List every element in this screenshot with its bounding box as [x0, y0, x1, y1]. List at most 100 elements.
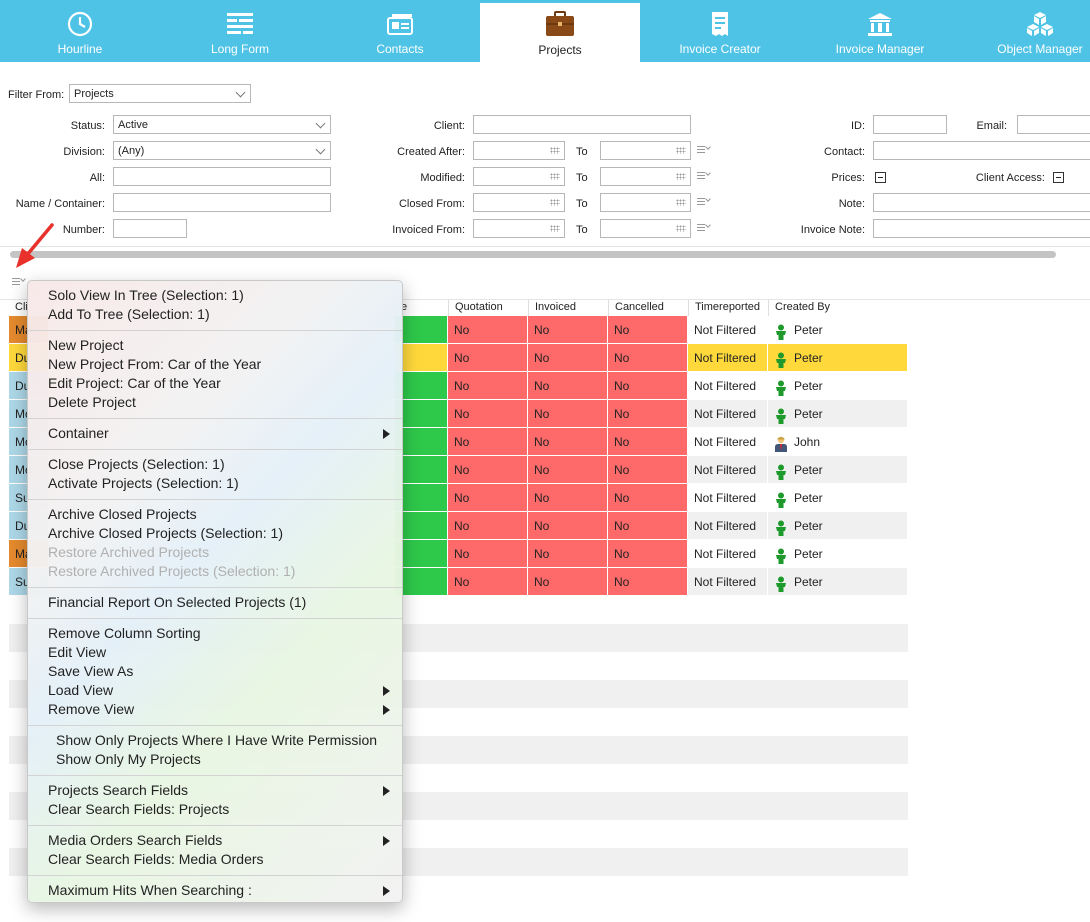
date-options-icon[interactable] [697, 196, 711, 207]
invoiced-from-field[interactable] [473, 219, 565, 238]
menu-separator [28, 825, 402, 826]
menu-item-clear-search-fields-projects[interactable]: Clear Search Fields: Projects [48, 801, 229, 818]
menu-item-projects-search-fields[interactable]: Projects Search Fields [48, 782, 188, 799]
client-field[interactable] [473, 115, 691, 134]
person-green-icon [774, 378, 788, 396]
note-label: Note: [838, 198, 865, 210]
tab-label: Invoice Manager [835, 42, 925, 56]
tab-label: Object Manager [997, 42, 1083, 56]
column-header-quotation[interactable]: Quotation [448, 300, 503, 316]
menu-item-save-view-as[interactable]: Save View As [48, 663, 133, 680]
menu-item-new-project[interactable]: New Project [48, 337, 123, 354]
calendar-icon[interactable] [550, 199, 560, 206]
to-label: To [576, 146, 588, 158]
created-to-field[interactable] [600, 141, 691, 160]
person-green-icon [774, 406, 788, 424]
date-options-icon[interactable] [697, 222, 711, 233]
menu-item-archive-closed-projects-selection-1[interactable]: Archive Closed Projects (Selection: 1) [48, 525, 283, 542]
menu-item-media-orders-search-fields[interactable]: Media Orders Search Fields [48, 832, 222, 849]
tab-projects[interactable]: Projects [480, 3, 640, 62]
tab-invoice-creator[interactable]: Invoice Creator [640, 3, 800, 62]
menu-item-show-only-projects-where-i-have-write-permission[interactable]: Show Only Projects Where I Have Write Pe… [56, 732, 377, 749]
created-by-name: Peter [794, 323, 823, 337]
menu-item-edit-view[interactable]: Edit View [48, 644, 106, 661]
modified-to-field[interactable] [600, 167, 691, 186]
note-field[interactable] [873, 193, 1090, 212]
filter-from-select[interactable]: Projects [69, 84, 251, 103]
menu-item-restore-archived-projects: Restore Archived Projects [48, 544, 210, 560]
calendar-icon[interactable] [676, 147, 686, 154]
calendar-icon[interactable] [676, 199, 686, 206]
client-access-label: Client Access: [975, 172, 1045, 184]
email-field[interactable] [1017, 115, 1090, 134]
column-header-invoiced[interactable]: Invoiced [528, 300, 576, 316]
menu-item-close-projects-selection-1[interactable]: Close Projects (Selection: 1) [48, 456, 225, 473]
menu-item-clear-search-fields-media-orders[interactable]: Clear Search Fields: Media Orders [48, 851, 264, 868]
number-field[interactable] [113, 219, 187, 238]
all-field[interactable] [113, 167, 331, 186]
menu-item-archive-closed-projects[interactable]: Archive Closed Projects [48, 506, 197, 523]
modified-field[interactable] [473, 167, 565, 186]
closed-from-field[interactable] [473, 193, 565, 212]
timereported-cell: Not Filtered [688, 400, 768, 428]
menu-item-remove-view[interactable]: Remove View [48, 701, 134, 718]
menu-item-load-view[interactable]: Load View [48, 682, 113, 699]
quotation-cell: No [448, 568, 528, 596]
invoice-note-field[interactable] [873, 219, 1090, 238]
tab-invoice-manager[interactable]: Invoice Manager [800, 3, 960, 62]
invoiced-cell: No [528, 540, 608, 568]
menu-item-add-to-tree-selection-1[interactable]: Add To Tree (Selection: 1) [48, 306, 210, 323]
menu-item-remove-column-sorting[interactable]: Remove Column Sorting [48, 625, 201, 642]
created-after-field[interactable] [473, 141, 565, 160]
status-select[interactable]: Active [113, 115, 331, 134]
long-form-icon [225, 11, 255, 37]
calendar-icon[interactable] [550, 225, 560, 232]
contact-field[interactable] [873, 141, 1090, 160]
menu-item-solo-view-in-tree-selection-1[interactable]: Solo View In Tree (Selection: 1) [48, 287, 244, 304]
menu-item-financial-report-on-selected-projects-1[interactable]: Financial Report On Selected Projects (1… [48, 594, 306, 611]
prices-checkbox[interactable] [875, 172, 886, 183]
date-options-icon[interactable] [697, 144, 711, 155]
date-options-icon[interactable] [697, 170, 711, 181]
tab-object-manager[interactable]: Object Manager [960, 3, 1090, 62]
calendar-icon[interactable] [550, 147, 560, 154]
invoiced-cell: No [528, 428, 608, 456]
contact-label: Contact: [824, 146, 865, 158]
menu-item-delete-project[interactable]: Delete Project [48, 394, 136, 411]
division-select[interactable]: (Any) [113, 141, 331, 160]
tab-contacts[interactable]: Contacts [320, 3, 480, 62]
client-access-checkbox[interactable] [1053, 172, 1064, 183]
tab-long-form[interactable]: Long Form [160, 3, 320, 62]
menu-item-activate-projects-selection-1[interactable]: Activate Projects (Selection: 1) [48, 475, 239, 492]
id-field[interactable] [873, 115, 947, 134]
calendar-icon[interactable] [550, 173, 560, 180]
closed-to-field[interactable] [600, 193, 691, 212]
column-header-created-by[interactable]: Created By [768, 300, 908, 316]
table-options-icon[interactable] [12, 276, 26, 287]
division-label: Division: [63, 146, 105, 158]
person-green-icon [774, 518, 788, 536]
column-header-timereported[interactable]: Timereported [688, 300, 760, 316]
name-container-label: Name / Container: [15, 198, 105, 210]
timereported-cell: Not Filtered [688, 568, 768, 596]
menu-item-new-project-from-car-of-the-year[interactable]: New Project From: Car of the Year [48, 356, 261, 373]
tab-hourline[interactable]: Hourline [0, 3, 160, 62]
invoiced-to-field[interactable] [600, 219, 691, 238]
menu-item-edit-project-car-of-the-year[interactable]: Edit Project: Car of the Year [48, 375, 221, 392]
person-green-icon [774, 462, 788, 480]
column-header-cancelled[interactable]: Cancelled [608, 300, 664, 316]
submenu-arrow-icon [383, 686, 390, 696]
menu-item-maximum-hits-when-searching[interactable]: Maximum Hits When Searching : [48, 882, 252, 899]
quotation-cell: No [448, 372, 528, 400]
horizontal-scrollbar[interactable] [10, 251, 1056, 258]
menu-item-show-only-my-projects[interactable]: Show Only My Projects [56, 751, 201, 768]
column-header-client[interactable]: Cli [9, 300, 28, 316]
menu-item-container[interactable]: Container [48, 425, 109, 442]
created-by-name: John [794, 435, 821, 449]
modified-label: Modified: [420, 172, 465, 184]
created-by-name: Peter [794, 463, 823, 477]
calendar-icon[interactable] [676, 225, 686, 232]
name-container-field[interactable] [113, 193, 331, 212]
filter-from-label: Filter From: [8, 89, 65, 101]
calendar-icon[interactable] [676, 173, 686, 180]
